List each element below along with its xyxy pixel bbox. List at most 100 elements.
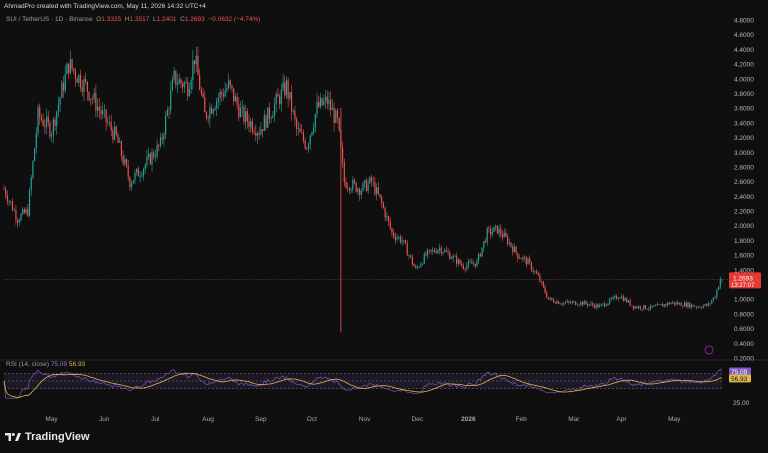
candle-body	[326, 96, 328, 104]
candle-body	[42, 120, 44, 126]
candle-body	[270, 117, 272, 119]
candle-body	[374, 181, 376, 195]
price-tick-label: 4.4000	[734, 47, 754, 54]
candle-body	[158, 144, 160, 146]
candle-body	[619, 297, 621, 299]
candle-body	[438, 247, 441, 251]
candle-body	[360, 190, 362, 195]
candle-body	[115, 126, 117, 135]
candle-body	[500, 228, 502, 235]
candle-body	[166, 109, 168, 116]
candle-body	[530, 262, 533, 271]
candle-body	[275, 94, 277, 105]
candle-body	[86, 81, 88, 92]
candle-body	[304, 140, 306, 149]
candle-body	[610, 298, 613, 300]
candle-body	[95, 93, 97, 111]
candle-body	[316, 101, 318, 115]
candle-body	[32, 161, 34, 178]
candle-body	[651, 305, 653, 307]
candle-body	[678, 302, 681, 305]
price-chart[interactable]: 4.8000 4.6000 4.4000 4.2000 4.0000 3.8000 3.60…	[0, 0, 768, 453]
candle-body	[393, 232, 395, 237]
candle-body	[8, 201, 10, 202]
candle-body	[217, 97, 219, 101]
candle-body	[207, 117, 209, 119]
candle-body	[3, 189, 5, 190]
candle-body	[323, 100, 325, 105]
candle-body	[670, 302, 672, 305]
rsi-legend-prefix: RSI (14, close)	[6, 361, 49, 368]
candle-body	[461, 263, 463, 266]
candle-body	[357, 188, 359, 192]
candle-body	[685, 302, 687, 307]
candle-body	[192, 60, 194, 81]
candle-body	[262, 129, 264, 132]
candle-body	[513, 246, 516, 253]
candle-body	[265, 115, 267, 128]
candle-body	[59, 97, 61, 105]
candle-body	[20, 214, 22, 221]
candle-body	[522, 257, 524, 260]
candle-body	[11, 201, 14, 211]
candle-body	[694, 306, 696, 308]
candle-body	[508, 242, 510, 244]
tradingview-brand[interactable]: TradingView	[5, 431, 90, 443]
candle-body	[61, 82, 63, 98]
candle-body	[81, 87, 83, 92]
candle-body	[636, 306, 638, 309]
tradingview-logo-icon	[5, 433, 21, 441]
price-tick-label: 2.4000	[734, 194, 754, 201]
candle-body	[318, 101, 320, 107]
candle-body	[666, 302, 669, 306]
candle-body	[621, 296, 623, 298]
candle-body	[165, 115, 167, 135]
candle-body	[435, 251, 437, 254]
candle-body	[163, 134, 165, 140]
candle-body	[716, 289, 718, 298]
candle-body	[615, 296, 618, 300]
candle-body	[51, 135, 53, 137]
candle-body	[631, 305, 633, 307]
candle-body	[474, 263, 476, 267]
candle-body	[546, 292, 548, 298]
candle-body	[136, 168, 138, 173]
candle-body	[503, 232, 505, 238]
price-tick-label: 2.2000	[734, 209, 754, 216]
candle-body	[459, 259, 461, 264]
candle-body	[91, 98, 94, 100]
candle-body	[537, 273, 539, 276]
candle-body	[209, 107, 211, 119]
candle-body	[108, 122, 111, 123]
candle-body	[447, 251, 449, 253]
candle-body	[700, 307, 703, 309]
candle-body	[561, 303, 563, 305]
candle-body	[510, 242, 512, 247]
price-tick-label: 3.6000	[734, 106, 754, 113]
candle-body	[142, 169, 145, 176]
candle-body	[69, 59, 71, 74]
candle-body	[250, 121, 252, 128]
candle-body	[175, 70, 177, 85]
candle-body	[466, 265, 468, 270]
chart-attribution: AhmadPro created with TradingView.com, M…	[4, 3, 206, 10]
candle-body	[156, 144, 158, 157]
candle-body	[706, 304, 708, 306]
candle-body	[607, 303, 609, 306]
candle-body	[117, 134, 119, 143]
candle-body	[234, 96, 236, 102]
candle-body	[649, 305, 652, 309]
candle-body	[512, 246, 514, 253]
candle-body	[56, 111, 58, 126]
candle-body	[495, 225, 497, 228]
candle-body	[119, 141, 121, 143]
candle-body	[430, 249, 432, 251]
price-tick-label: 4.8000	[734, 18, 754, 25]
candle-body	[518, 258, 521, 259]
candle-body	[141, 175, 143, 177]
candle-body	[28, 190, 31, 216]
price-tick-label: 2.8000	[734, 164, 754, 171]
candle-body	[25, 209, 27, 213]
candle-body	[420, 264, 422, 267]
candle-body	[483, 241, 485, 248]
